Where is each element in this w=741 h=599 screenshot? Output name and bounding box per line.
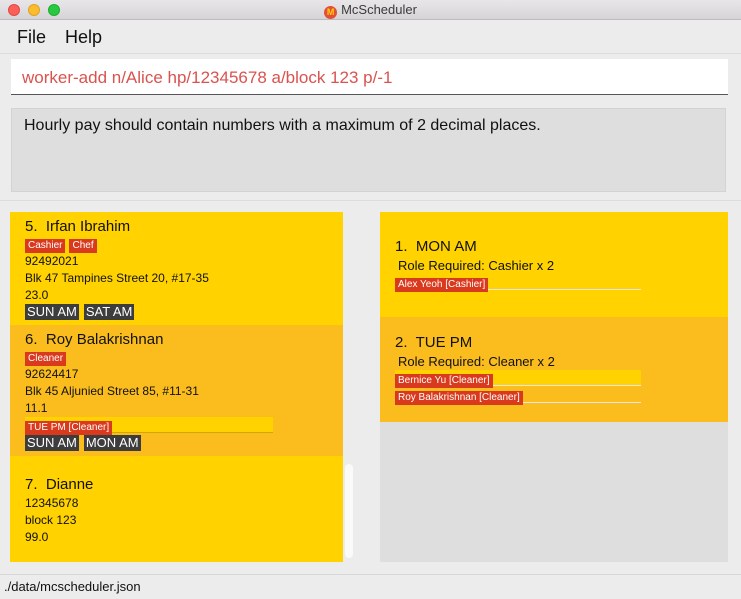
worker-availability: SUN AM SAT AM (25, 304, 139, 320)
shift-assignment-row: Roy Balakrishnan [Cleaner] (395, 387, 641, 405)
role-tag: Cashier (25, 239, 66, 253)
shift-card[interactable]: 2. TUE PM Role Required: Cleaner x 2 Ber… (380, 317, 728, 422)
command-input[interactable] (11, 59, 728, 94)
worker-address: Blk 45 Aljunied Street 85, #11-31 (25, 384, 199, 398)
menu-help[interactable]: Help (65, 27, 102, 48)
worker-availability: SUN AM MON AM (25, 435, 146, 451)
worker-phone: 92492021 (25, 254, 79, 268)
worker-phone: 12345678 (25, 496, 79, 510)
app-logo-icon: M (324, 6, 338, 19)
assignment-tag: TUE PM [Cleaner] (25, 421, 113, 435)
title-bar: M McScheduler (0, 0, 741, 20)
assigned-worker-tag: Roy Balakrishnan [Cleaner] (395, 391, 523, 405)
command-box (11, 59, 728, 95)
worker-name: 7. Dianne (25, 476, 94, 493)
window-title: M McScheduler (0, 2, 741, 19)
worker-assignment-row: TUE PM [Cleaner] (25, 417, 273, 435)
menu-file[interactable]: File (17, 27, 46, 48)
assigned-worker-tag: Bernice Yu [Cleaner] (395, 374, 493, 388)
role-tag: Cleaner (25, 352, 67, 366)
worker-name: 5. Irfan Ibrahim (25, 218, 131, 235)
worker-roles: Cleaner (25, 350, 70, 366)
worker-pay: 11.1 (25, 401, 48, 415)
worker-pay: 99.0 (25, 530, 49, 544)
worker-address: Blk 47 Tampines Street 20, #17-35 (25, 271, 209, 285)
worker-card[interactable]: 6. Roy Balakrishnan Cleaner 92624417 Blk… (10, 325, 343, 456)
shift-list[interactable]: 1. MON AM Role Required: Cashier x 2 Ale… (380, 212, 728, 562)
availability-chip: MON AM (83, 435, 141, 451)
worker-list-scrollbar[interactable] (345, 464, 353, 558)
shift-name: 2. TUE PM (395, 334, 473, 351)
window-title-text: McScheduler (341, 2, 417, 17)
worker-list[interactable]: 5. Irfan Ibrahim Cashier Chef 92492021 Bl… (10, 212, 343, 562)
shift-role-required: Role Required: Cashier x 2 (398, 258, 555, 273)
assigned-worker-tag: Alex Yeoh [Cashier] (395, 278, 489, 292)
worker-card[interactable]: 7. Dianne 12345678 block 123 99.0 (10, 456, 343, 562)
shift-role-required: Role Required: Cleaner x 2 (398, 354, 555, 369)
worker-roles: Cashier Chef (25, 237, 101, 253)
shift-assignment-row: Bernice Yu [Cleaner] (395, 370, 641, 388)
status-bar: ./data/mcscheduler.json (0, 574, 741, 599)
save-location-path: ./data/mcscheduler.json (4, 579, 141, 594)
worker-name: 6. Roy Balakrishnan (25, 331, 164, 348)
availability-chip: SUN AM (25, 435, 79, 451)
menu-bar: File Help (0, 20, 741, 54)
worker-phone: 92624417 (25, 367, 79, 381)
shift-assignment-row: Alex Yeoh [Cashier] (395, 274, 641, 292)
worker-card[interactable]: 5. Irfan Ibrahim Cashier Chef 92492021 Bl… (10, 212, 343, 325)
availability-chip: SAT AM (83, 304, 135, 320)
role-tag: Chef (69, 239, 97, 253)
shift-name: 1. MON AM (395, 238, 477, 255)
worker-pay: 23.0 (25, 288, 49, 302)
availability-chip: SUN AM (25, 304, 79, 320)
worker-address: block 123 (25, 513, 77, 527)
shift-card[interactable]: 1. MON AM Role Required: Cashier x 2 Ale… (380, 212, 728, 317)
result-display: Hourly pay should contain numbers with a… (11, 108, 726, 192)
result-message: Hourly pay should contain numbers with a… (24, 117, 541, 134)
app-window: MMcScheduler File Help Hourly pay should… (0, 0, 741, 599)
